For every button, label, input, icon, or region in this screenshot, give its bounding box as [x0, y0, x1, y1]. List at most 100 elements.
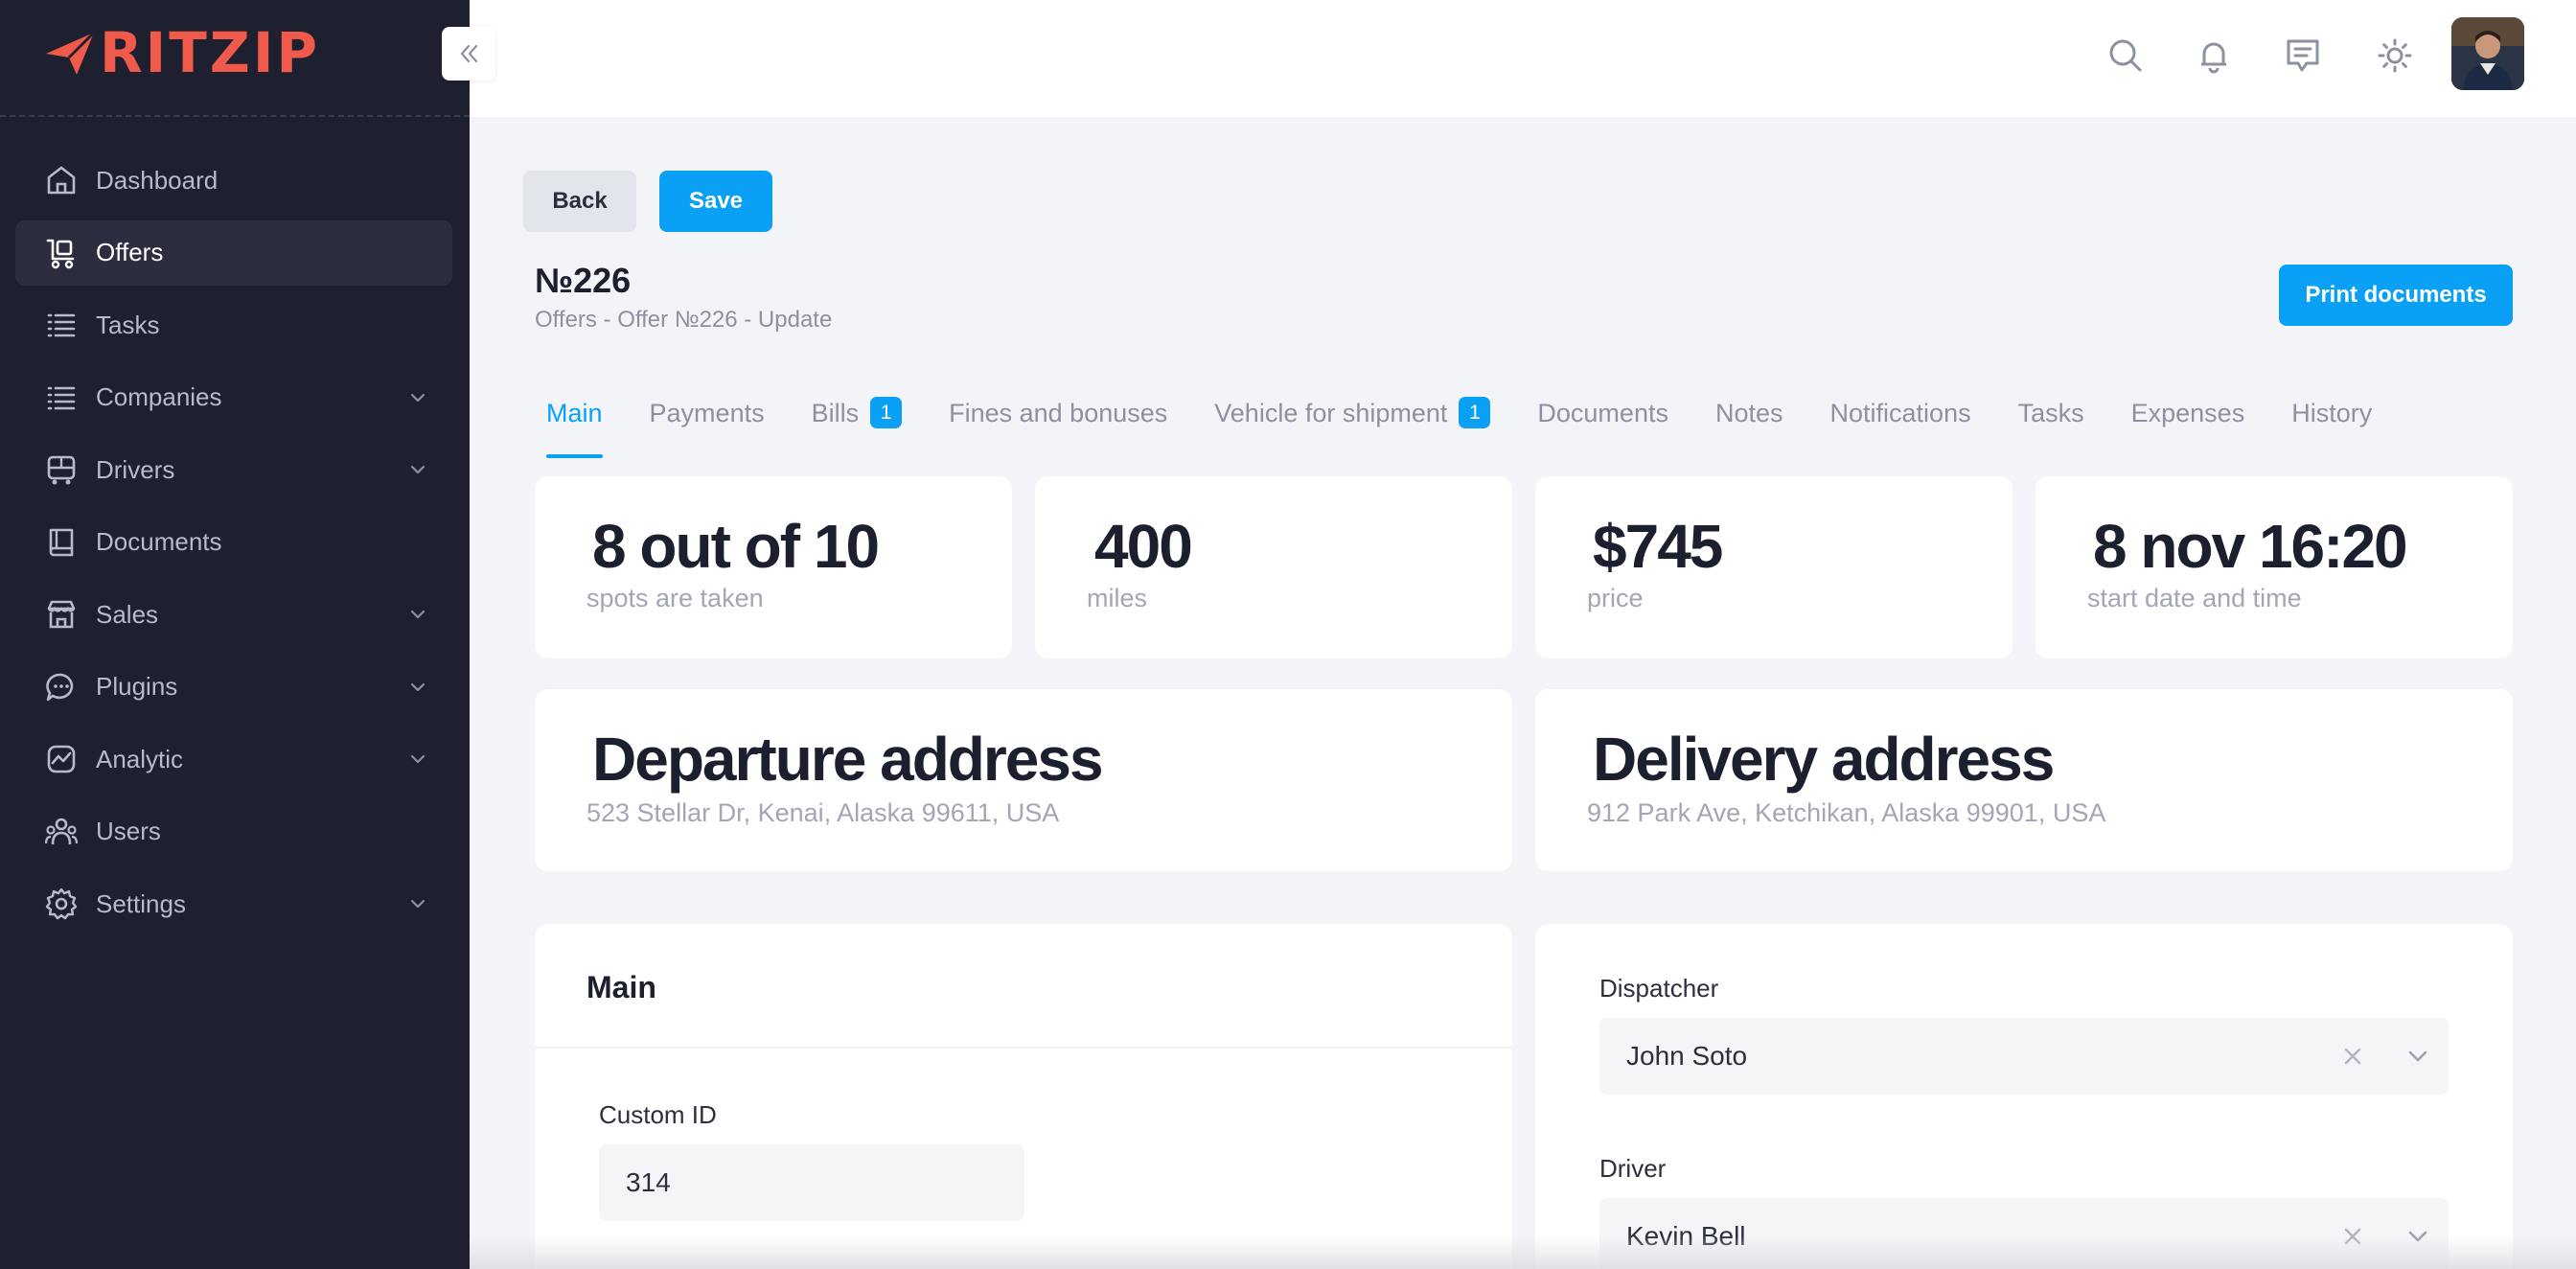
departure-address-text: 523 Stellar Dr, Kenai, Alaska 99611, USA: [586, 798, 1060, 827]
tab-label: Payments: [649, 399, 765, 427]
sidebar-item-label: Plugins: [96, 672, 178, 701]
tab-main[interactable]: Main: [546, 383, 603, 458]
sidebar-item-label: Settings: [96, 888, 186, 918]
tab-count-badge: 1: [870, 397, 903, 428]
tab-label: Expenses: [2130, 399, 2245, 427]
sidebar-item-tasks[interactable]: Tasks: [15, 292, 452, 358]
departure-title: Departure address: [592, 725, 1104, 794]
gear-icon: [44, 887, 79, 921]
breadcrumb: Offers - Offer №226 - Update: [535, 307, 833, 333]
stat-card-spots: 8 out of 10 spots are taken: [535, 476, 1012, 658]
stat-label: start date and time: [2087, 584, 2302, 612]
sidebar-divider: [0, 115, 470, 117]
delivery-title: Delivery address: [1593, 725, 2055, 794]
tab-label: Notes: [1714, 399, 1783, 427]
tab-tasks[interactable]: Tasks: [2018, 383, 2084, 458]
tab-label: Documents: [1537, 399, 1668, 427]
stat-label: price: [1587, 584, 1644, 612]
custom-id-value: 314: [626, 1167, 671, 1197]
tab-label: Bills: [811, 399, 860, 427]
sidebar-item-dashboard[interactable]: Dashboard: [15, 148, 452, 213]
page-title: №226: [535, 261, 632, 300]
print-documents-button[interactable]: Print documents: [2279, 265, 2513, 326]
tab-count-badge: 1: [1459, 397, 1491, 428]
logo[interactable]: RITZIP: [44, 20, 320, 85]
sidebar-item-analytic[interactable]: Analytic: [15, 727, 452, 792]
dispatcher-select[interactable]: John Soto: [1599, 1018, 2449, 1095]
chevron-down-icon: [410, 754, 426, 764]
top-header: [470, 0, 2576, 117]
tab-bills[interactable]: Bills 1: [812, 383, 903, 458]
avatar[interactable]: [2451, 17, 2524, 90]
custom-id-label: Custom ID: [599, 1100, 717, 1129]
chat-icon: [44, 670, 79, 704]
clear-icon[interactable]: [2339, 1043, 2366, 1070]
chevron-down-icon: [410, 610, 426, 619]
assignment-card: Dispatcher John Soto Driver Kevin Bell: [1535, 924, 2513, 1269]
collapse-sidebar-button[interactable]: [442, 27, 495, 81]
sidebar-nav: Dashboard Offers Tasks Companies Drivers Docu…: [15, 148, 452, 944]
save-button[interactable]: Save: [659, 171, 772, 232]
sidebar-item-offers[interactable]: Offers: [15, 219, 452, 286]
stat-card-miles: 400 miles: [1035, 476, 1512, 658]
tab-notifications[interactable]: Notifications: [1830, 383, 1971, 458]
list-icon: [44, 381, 79, 415]
tab-label: History: [2291, 399, 2373, 427]
tab-vehicle-for-shipment[interactable]: Vehicle for shipment 1: [1214, 383, 1491, 458]
sidebar-item-companies[interactable]: Companies: [15, 365, 452, 430]
sidebar-item-label: Tasks: [96, 310, 160, 339]
stat-value: 400: [1094, 512, 1193, 581]
chevron-down-icon: [410, 682, 426, 691]
stat-label: spots are taken: [586, 584, 764, 612]
tab-fines-and-bonuses[interactable]: Fines and bonuses: [949, 383, 1167, 458]
list-icon: [44, 308, 79, 342]
driver-label: Driver: [1599, 1154, 1667, 1183]
delivery-address-text: 912 Park Ave, Ketchikan, Alaska 99901, U…: [1587, 798, 2106, 827]
back-button[interactable]: Back: [523, 171, 636, 232]
message-icon[interactable]: [2282, 35, 2324, 77]
sidebar-item-label: Dashboard: [96, 165, 218, 195]
main-section-card: Main Custom ID 314: [535, 924, 1512, 1269]
tab-label: Notifications: [1829, 399, 1971, 427]
custom-id-field[interactable]: 314: [599, 1144, 1024, 1221]
tab-notes[interactable]: Notes: [1715, 383, 1783, 458]
bell-icon[interactable]: [2193, 35, 2235, 77]
stat-card-start: 8 nov 16:20 start date and time: [2036, 476, 2513, 658]
sidebar-item-label: Drivers: [96, 454, 175, 484]
stat-label: miles: [1087, 584, 1148, 612]
dispatcher-value: John Soto: [1626, 1041, 1748, 1071]
tab-documents[interactable]: Documents: [1537, 383, 1668, 458]
sidebar-item-users[interactable]: Users: [15, 799, 452, 865]
book-icon: [44, 525, 79, 560]
sidebar-item-settings[interactable]: Settings: [15, 871, 452, 936]
tab-expenses[interactable]: Expenses: [2131, 383, 2245, 458]
tab-label: Fines and bonuses: [949, 399, 1168, 427]
sidebar-item-label: Users: [96, 817, 161, 845]
chevron-down-icon[interactable]: [2404, 1043, 2431, 1070]
sidebar-item-documents[interactable]: Documents: [15, 510, 452, 575]
double-chevron-left-icon: [460, 44, 478, 63]
cart-icon: [44, 236, 79, 270]
sidebar-item-label: Analytic: [96, 744, 184, 773]
stat-card-price: $745 price: [1535, 476, 2012, 658]
tab-history[interactable]: History: [2291, 383, 2372, 458]
tab-label: Main: [546, 399, 603, 427]
section-divider: [535, 1047, 1512, 1049]
bus-icon: [44, 452, 79, 487]
sidebar-item-drivers[interactable]: Drivers: [15, 437, 452, 502]
logo-text: RITZIP: [100, 20, 320, 85]
chart-icon: [44, 742, 79, 776]
sidebar-item-sales[interactable]: Sales: [15, 582, 452, 647]
tab-payments[interactable]: Payments: [650, 383, 765, 458]
sun-icon[interactable]: [2374, 35, 2416, 77]
dispatcher-label: Dispatcher: [1599, 974, 1719, 1003]
search-icon[interactable]: [2104, 35, 2147, 77]
stat-value: 8 nov 16:20: [2093, 512, 2408, 581]
sidebar-item-label: Documents: [96, 527, 222, 556]
sidebar-item-label: Companies: [96, 382, 222, 411]
chevron-down-icon: [410, 899, 426, 909]
tab-label: Tasks: [2017, 399, 2084, 427]
sidebar-item-plugins[interactable]: Plugins: [15, 655, 452, 720]
chevron-down-icon: [410, 393, 426, 402]
paper-plane-icon: [46, 31, 96, 75]
